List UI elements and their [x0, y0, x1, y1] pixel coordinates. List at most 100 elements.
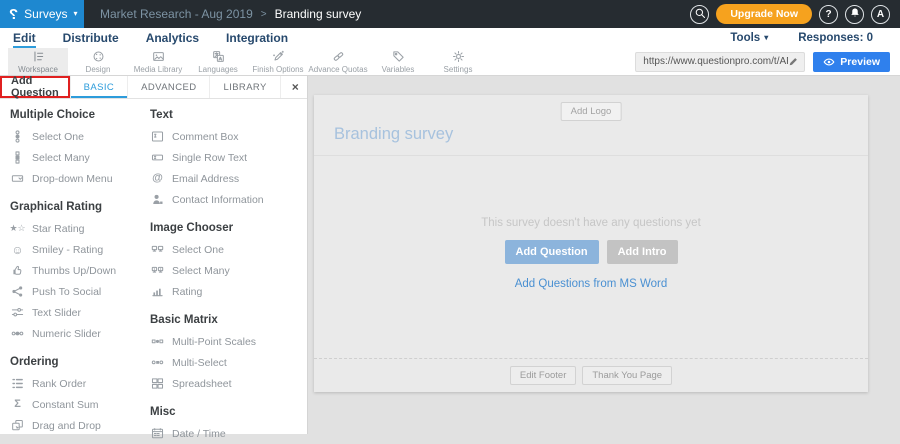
- toolbar-right: https://www.questionpro.com/t/APNrFZ Pre…: [635, 48, 900, 75]
- canvas-add-question-button[interactable]: Add Question: [505, 240, 599, 264]
- question-type-text-comment-box[interactable]: Comment Box: [150, 126, 306, 147]
- panel-tab-advanced[interactable]: ADVANCED: [127, 76, 209, 98]
- question-type-basic-matrix-multi-select[interactable]: Multi-Select: [150, 352, 306, 373]
- section-title-graphical-rating: Graphical Rating: [10, 201, 150, 213]
- toolbar-item-variables[interactable]: Variables: [368, 48, 428, 75]
- surveys-product-menu[interactable]: ? Surveys ▾: [0, 0, 84, 28]
- question-type-graphical-rating-smiley-rating[interactable]: ☺Smiley - Rating: [10, 239, 150, 260]
- toolbar-item-workspace[interactable]: Workspace: [8, 48, 68, 75]
- toolbar-item-advance-quotas[interactable]: Advance Quotas: [308, 48, 368, 75]
- question-type-graphical-rating-push-to-social[interactable]: Push To Social: [10, 281, 150, 302]
- question-type-ordering-constant-sum[interactable]: ΣConstant Sum: [10, 394, 150, 415]
- responses-count[interactable]: Responses: 0: [798, 32, 873, 44]
- preview-label: Preview: [840, 56, 880, 68]
- question-type-label: Contact Information: [172, 194, 264, 206]
- top-header: ? Surveys ▾ Market Research - Aug 2019 >…: [0, 0, 900, 28]
- toolbar-item-settings[interactable]: Settings: [428, 48, 488, 75]
- add-questions-ms-word-link[interactable]: Add Questions from MS Word: [314, 278, 868, 290]
- tools-label: Tools: [730, 32, 760, 44]
- preview-button[interactable]: Preview: [813, 52, 890, 72]
- toolbar-item-label: Settings: [444, 65, 473, 74]
- question-type-image-chooser-rating[interactable]: Rating: [150, 281, 306, 302]
- panel-tab-basic[interactable]: BASIC: [70, 76, 128, 98]
- question-type-multiple-choice-select-one[interactable]: Select One: [10, 126, 150, 147]
- notifications-button[interactable]: [845, 5, 864, 24]
- close-panel-button[interactable]: ×: [280, 76, 310, 98]
- account-avatar[interactable]: A: [871, 5, 890, 24]
- bell-icon: [849, 7, 861, 22]
- section-title-text: Text: [150, 109, 306, 121]
- workspace-toolbar: Workspace Design Media Library Languages Fin…: [0, 48, 900, 76]
- nav-tab-distribute[interactable]: Distribute: [63, 29, 119, 48]
- smiley-icon: ☺: [10, 244, 25, 256]
- question-type-text-email-address[interactable]: @Email Address: [150, 168, 306, 189]
- canvas-add-intro-button[interactable]: Add Intro: [607, 240, 678, 264]
- help-button[interactable]: ?: [819, 5, 838, 24]
- panel-tab-library[interactable]: LIBRARY: [209, 76, 279, 98]
- question-type-graphical-rating-text-slider[interactable]: Text Slider: [10, 302, 150, 323]
- toolbar-item-label: Design: [86, 65, 111, 74]
- image-rating-icon: [150, 285, 165, 298]
- survey-footer-zone: Edit Footer Thank You Page: [314, 358, 868, 392]
- multi-select-icon: [150, 356, 165, 369]
- section-title-basic-matrix: Basic Matrix: [150, 314, 306, 326]
- question-type-multiple-choice-select-many[interactable]: Select Many: [10, 147, 150, 168]
- variables-icon: [392, 50, 405, 64]
- radio-icon: [10, 130, 25, 143]
- toolbar-item-design[interactable]: Design: [68, 48, 128, 75]
- toolbar-item-finish-options[interactable]: Finish Options: [248, 48, 308, 75]
- section-title-misc: Misc: [150, 406, 306, 418]
- nav-tab-analytics[interactable]: Analytics: [146, 29, 199, 48]
- question-type-image-chooser-select-many[interactable]: Select Many: [150, 260, 306, 281]
- toolbar-item-label: Languages: [198, 65, 238, 74]
- question-type-label: Push To Social: [32, 286, 101, 298]
- pencil-icon[interactable]: [788, 56, 799, 67]
- spreadsheet-icon: [150, 377, 165, 390]
- toolbar-item-label: Finish Options: [252, 65, 303, 74]
- breadcrumb-parent[interactable]: Market Research - Aug 2019: [100, 7, 253, 21]
- question-type-graphical-rating-star-rating[interactable]: ★☆Star Rating: [10, 218, 150, 239]
- question-type-basic-matrix-spreadsheet[interactable]: Spreadsheet: [150, 373, 306, 394]
- question-type-label: Comment Box: [172, 131, 239, 143]
- contact-icon: [150, 193, 165, 206]
- search-button[interactable]: [690, 5, 709, 24]
- toolbar-item-media-library[interactable]: Media Library: [128, 48, 188, 75]
- breadcrumb-current: Branding survey: [275, 7, 362, 21]
- question-type-graphical-rating-numeric-slider[interactable]: Numeric Slider: [10, 323, 150, 344]
- chevron-down-icon: ▾: [764, 34, 768, 42]
- nav-tab-edit[interactable]: Edit: [13, 29, 36, 48]
- surveys-menu-label: Surveys: [24, 7, 67, 21]
- question-type-text-contact-information[interactable]: Contact Information: [150, 189, 306, 210]
- upgrade-now-button[interactable]: Upgrade Now: [716, 4, 812, 24]
- question-type-label: Select One: [32, 131, 84, 143]
- add-logo-button[interactable]: Add Logo: [561, 102, 622, 121]
- tools-menu[interactable]: Tools ▾: [730, 32, 768, 44]
- question-type-label: Email Address: [172, 173, 239, 185]
- close-icon: ×: [292, 80, 299, 94]
- star-icon: ★☆: [10, 224, 25, 233]
- question-type-text-single-row-text[interactable]: Single Row Text: [150, 147, 306, 168]
- question-type-graphical-rating-thumbs-up-down[interactable]: Thumbs Up/Down: [10, 260, 150, 281]
- section-navbar: Edit Distribute Analytics Integration Tools…: [0, 28, 900, 48]
- survey-editor-area: Add Logo Branding survey This survey doe…: [308, 76, 900, 434]
- thank-you-page-button[interactable]: Thank You Page: [582, 366, 672, 385]
- question-type-label: Select Many: [172, 265, 230, 277]
- languages-icon: [212, 50, 225, 64]
- empty-survey-message: This survey doesn't have any questions y…: [314, 217, 868, 229]
- edit-footer-button[interactable]: Edit Footer: [510, 366, 576, 385]
- nav-tab-integration[interactable]: Integration: [226, 29, 288, 48]
- survey-url-field[interactable]: https://www.questionpro.com/t/APNrFZ: [635, 52, 805, 72]
- question-type-ordering-rank-order[interactable]: Rank Order: [10, 373, 150, 394]
- header-actions: Upgrade Now ? A: [690, 4, 900, 24]
- title-divider: [314, 155, 868, 156]
- question-type-label: Spreadsheet: [172, 378, 232, 390]
- toolbar-item-label: Advance Quotas: [308, 65, 367, 74]
- toolbar-item-languages[interactable]: Languages: [188, 48, 248, 75]
- question-type-basic-matrix-multi-point-scales[interactable]: Multi-Point Scales: [150, 331, 306, 352]
- question-type-multiple-choice-drop-down-menu[interactable]: Drop-down Menu: [10, 168, 150, 189]
- survey-title[interactable]: Branding survey: [334, 125, 453, 144]
- question-panel-body: Multiple ChoiceSelect OneSelect ManyDrop…: [0, 99, 307, 444]
- question-type-ordering-drag-and-drop[interactable]: Drag and Drop: [10, 415, 150, 436]
- add-question-button[interactable]: Add Question: [0, 76, 70, 98]
- question-type-image-chooser-select-one[interactable]: Select One: [150, 239, 306, 260]
